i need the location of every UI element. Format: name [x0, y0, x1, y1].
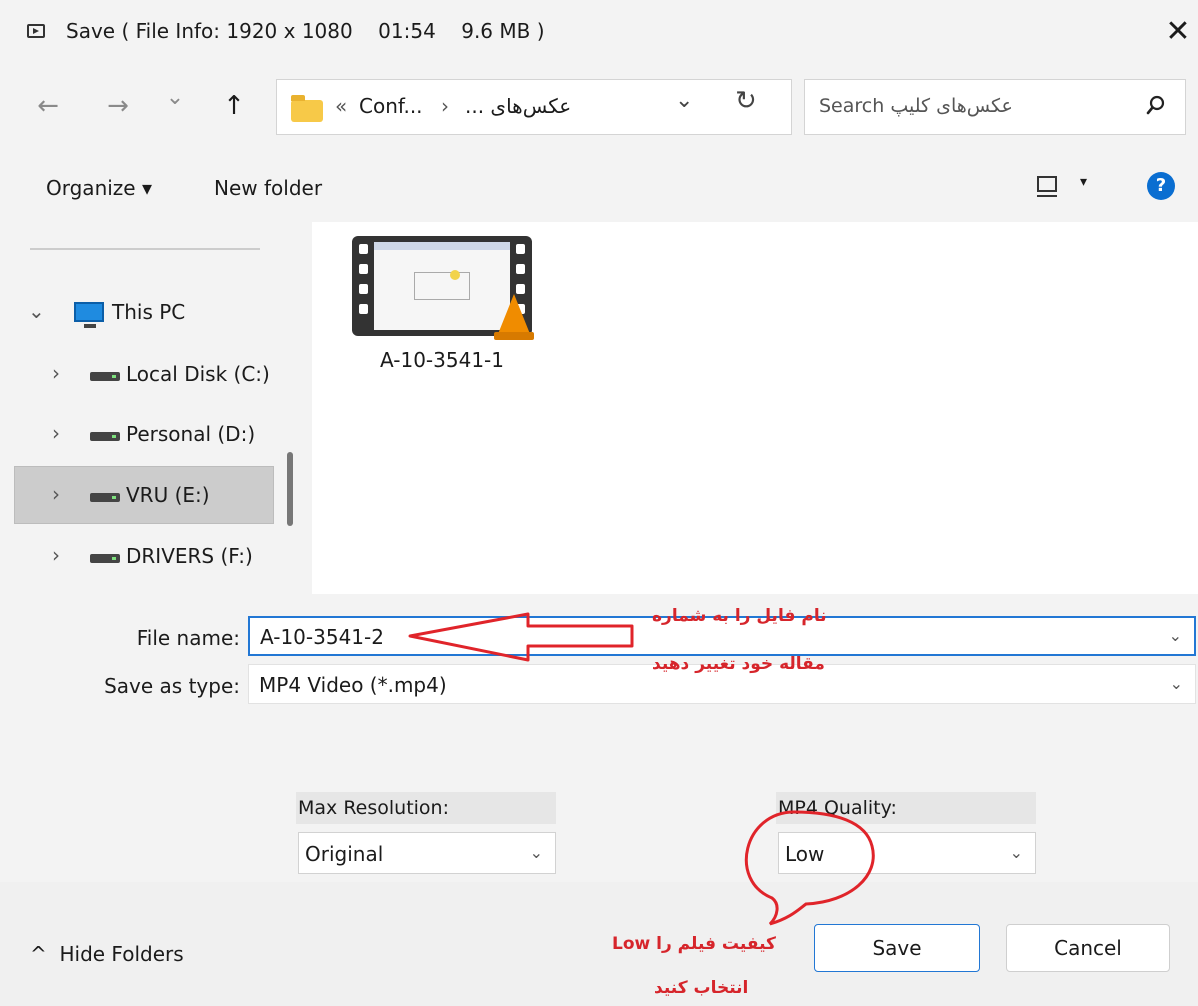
quality-annotation-line1: کیفیت فیلم را Low [612, 934, 776, 954]
annotation-overlay [408, 612, 875, 926]
rename-arrow [408, 612, 634, 662]
quality-annotation-line2: انتخاب کنید [654, 978, 749, 998]
save-dialog: Save ( File Info: 1920 x 1080 01:54 9.6 … [0, 0, 1198, 1006]
quality-callout-bubble [744, 810, 875, 926]
rename-annotation-line2: مقاله خود تغییر دهید [652, 654, 825, 674]
rename-annotation-line1: نام فایل را به شماره [652, 606, 827, 626]
